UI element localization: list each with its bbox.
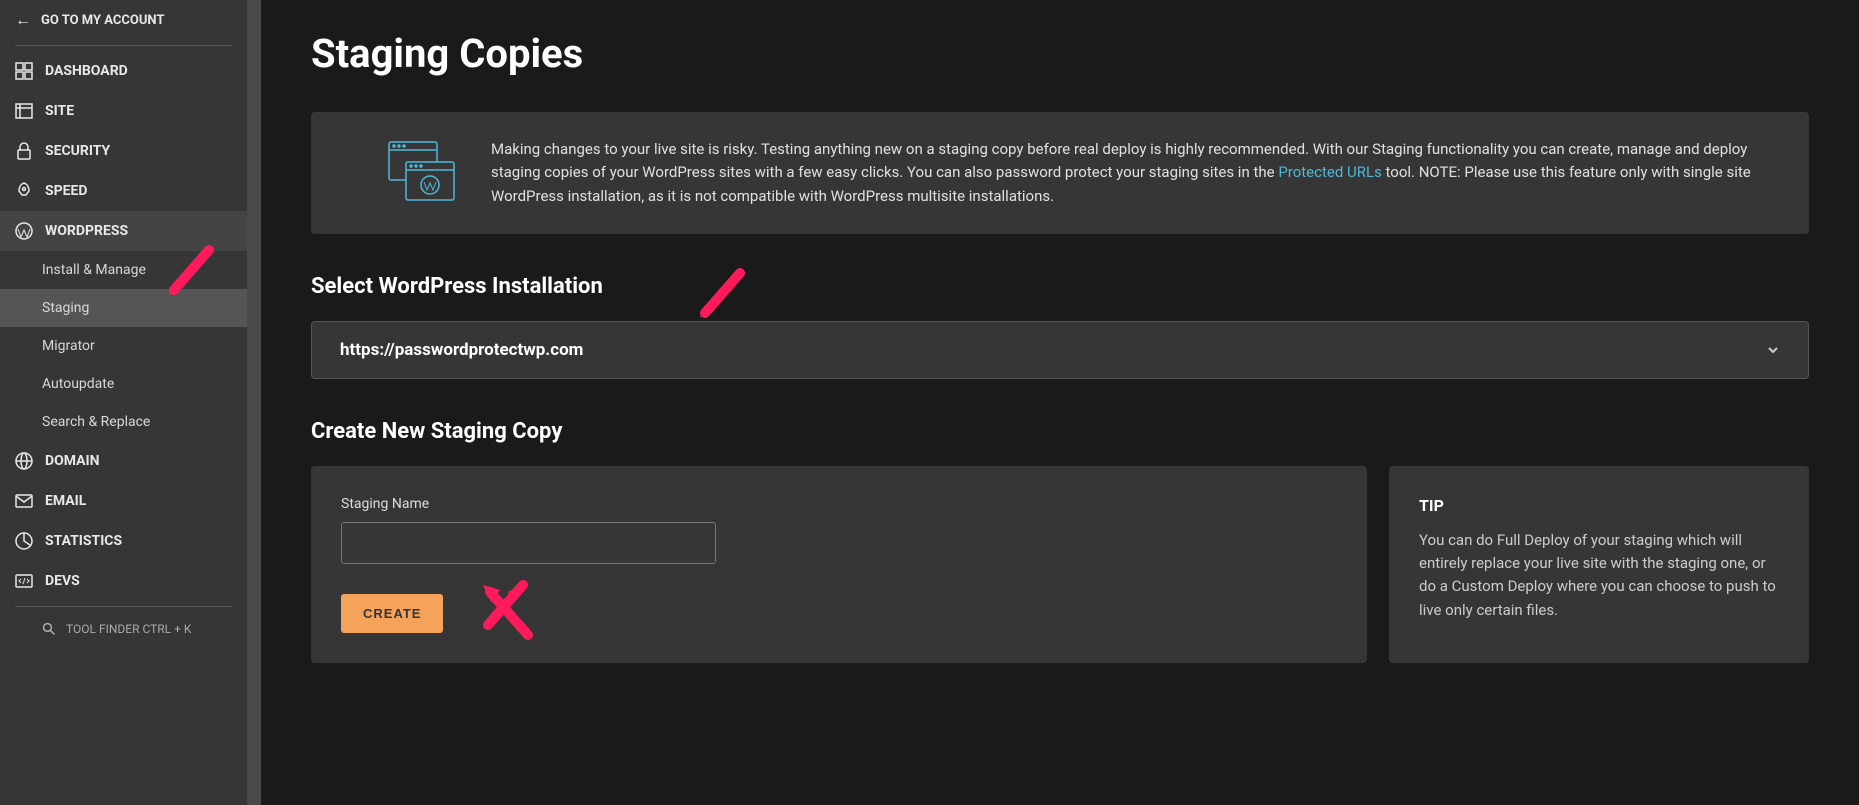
site-icon xyxy=(15,102,33,120)
nav-sub-label: Autoupdate xyxy=(42,376,114,392)
create-section-title: Create New Staging Copy xyxy=(311,419,1809,444)
sidebar-item-domain[interactable]: DOMAIN xyxy=(0,441,247,481)
staging-name-input[interactable] xyxy=(341,522,716,564)
info-text: Making changes to your live site is risk… xyxy=(491,138,1769,208)
nav-label: SITE xyxy=(45,103,74,119)
code-icon xyxy=(15,572,33,590)
tip-title: TIP xyxy=(1419,496,1779,515)
globe-icon xyxy=(15,452,33,470)
main-content: Staging Copies Making changes to your li… xyxy=(261,0,1859,805)
nav-sub-label: Staging xyxy=(42,300,89,316)
go-to-account-link[interactable]: ← GO TO MY ACCOUNT xyxy=(0,0,247,40)
nav-label: DOMAIN xyxy=(45,453,100,469)
dashboard-icon xyxy=(15,62,33,80)
nav-sub-label: Migrator xyxy=(42,338,95,354)
create-form: Staging Name CREATE xyxy=(311,466,1367,663)
sidebar-item-security[interactable]: SECURITY xyxy=(0,131,247,171)
sidebar-sub-search-replace[interactable]: Search & Replace xyxy=(0,403,247,441)
sidebar-item-email[interactable]: EMAIL xyxy=(0,481,247,521)
nav-label: WORDPRESS xyxy=(45,223,128,239)
search-icon xyxy=(42,622,56,636)
sidebar-sub-autoupdate[interactable]: Autoupdate xyxy=(0,365,247,403)
page-title: Staging Copies xyxy=(311,30,1809,77)
installation-select[interactable]: https://passwordprotectwp.com xyxy=(311,321,1809,379)
sidebar-item-speed[interactable]: SPEED xyxy=(0,171,247,211)
sidebar-item-wordpress[interactable]: WORDPRESS xyxy=(0,211,247,251)
nav-label: DASHBOARD xyxy=(45,63,128,79)
nav-label: DEVS xyxy=(45,573,80,589)
create-button[interactable]: CREATE xyxy=(341,594,443,633)
selected-installation: https://passwordprotectwp.com xyxy=(340,340,583,360)
select-section-title: Select WordPress Installation xyxy=(311,274,1809,299)
create-section: Staging Name CREATE TIP You can do Full … xyxy=(311,466,1809,663)
nav-sub-label: Search & Replace xyxy=(42,414,150,430)
go-to-account-label: GO TO MY ACCOUNT xyxy=(41,13,164,28)
chevron-down-icon xyxy=(1766,343,1780,357)
tool-finder[interactable]: TOOL FINDER CTRL + K xyxy=(0,612,247,646)
staging-name-label: Staging Name xyxy=(341,496,1337,512)
chart-icon xyxy=(15,532,33,550)
rocket-icon xyxy=(15,182,33,200)
scrollbar[interactable] xyxy=(247,0,261,805)
sidebar-item-dashboard[interactable]: DASHBOARD xyxy=(0,51,247,91)
tool-finder-label: TOOL FINDER CTRL + K xyxy=(66,622,191,636)
sidebar-item-site[interactable]: SITE xyxy=(0,91,247,131)
sidebar-sub-install-manage[interactable]: Install & Manage xyxy=(0,251,247,289)
info-box: Making changes to your live site is risk… xyxy=(311,112,1809,234)
sidebar: ← GO TO MY ACCOUNT DASHBOARD SITE SECURI… xyxy=(0,0,247,805)
divider xyxy=(15,45,232,46)
wordpress-icon xyxy=(15,222,33,240)
divider xyxy=(15,606,232,607)
tip-box: TIP You can do Full Deploy of your stagi… xyxy=(1389,466,1809,663)
sidebar-item-statistics[interactable]: STATISTICS xyxy=(0,521,247,561)
staging-illustration-icon xyxy=(351,140,491,205)
sidebar-item-devs[interactable]: DEVS xyxy=(0,561,247,601)
protected-urls-link[interactable]: Protected URLs xyxy=(1278,163,1382,181)
nav-label: STATISTICS xyxy=(45,533,122,549)
nav-label: SECURITY xyxy=(45,143,110,159)
sidebar-sub-staging[interactable]: Staging xyxy=(0,289,247,327)
arrow-left-icon: ← xyxy=(15,10,31,30)
nav-label: SPEED xyxy=(45,183,88,199)
email-icon xyxy=(15,492,33,510)
lock-icon xyxy=(15,142,33,160)
sidebar-sub-migrator[interactable]: Migrator xyxy=(0,327,247,365)
nav-sub-label: Install & Manage xyxy=(42,262,146,278)
nav-label: EMAIL xyxy=(45,493,86,509)
tip-text: You can do Full Deploy of your staging w… xyxy=(1419,529,1779,622)
